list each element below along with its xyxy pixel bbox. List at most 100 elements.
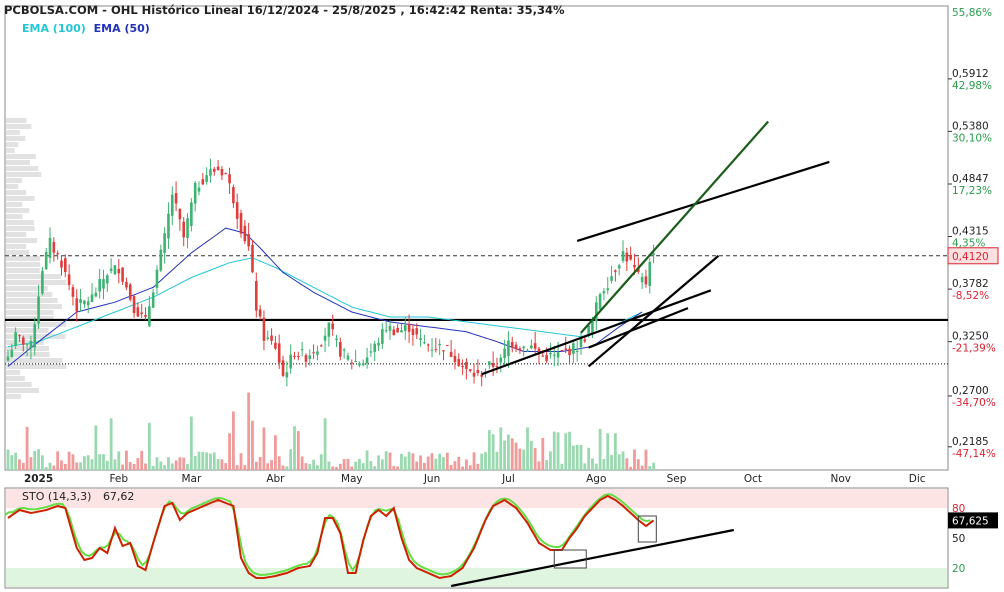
candle-body [438,343,441,346]
volume-bar [335,466,338,470]
x-tick-label: Oct [744,473,762,485]
volume-profile-bar [6,364,67,369]
candle-body [560,350,564,352]
volume-bar [369,461,373,470]
candle-body [648,261,652,286]
volume-bar [14,452,18,470]
candle-body [323,335,327,341]
volume-bar [251,420,254,470]
candle-body [461,366,464,368]
volume-bar [598,428,602,470]
volume-bar [304,463,308,470]
candle-body [64,258,67,273]
volume-profile-bar [6,154,36,159]
volume-bar [445,452,449,470]
volume-bar [545,459,549,470]
volume-bar [514,442,518,470]
volume-bar [113,459,117,470]
candle-body [86,301,90,305]
volume-bar [205,452,209,470]
candle-body [277,343,281,363]
volume-profile-bar [6,370,21,375]
volume-bar [128,462,132,470]
candle-body [266,337,270,339]
candle-body [430,349,434,351]
candle-body [541,355,545,357]
candle-body [381,329,384,344]
volume-bar [33,450,37,470]
volume-bar [109,418,113,470]
volume-bar [312,459,315,470]
volume-bar [52,465,56,470]
candle-body [14,332,17,346]
volume-bar [342,459,346,470]
candle-body [140,312,143,314]
volume-profile-bar [6,124,32,129]
y-tick-price: 0,3250 [952,331,989,343]
candle-body [117,268,121,274]
y-tick-pct: -34,70% [952,397,996,409]
candle-body [193,182,197,204]
candle-body [396,327,399,333]
x-tick-label: Jul [501,473,515,485]
candle-body [514,344,518,350]
volume-profile-bar [6,148,15,153]
volume-bar [549,451,552,470]
x-tick-label: Feb [109,473,128,485]
y-tick-pct: -47,14% [952,448,996,460]
chart-title: PCBOLSA.COM - OHL Histórico Lineal 16/12… [4,3,565,17]
volume-bar [438,453,442,470]
volume-profile-bar [6,160,30,165]
volume-profile-bar [6,226,35,231]
candle-body [403,325,407,331]
volume-bar [48,462,52,470]
candle-body [327,322,331,337]
candle-body [232,187,235,204]
candle-body [258,309,262,317]
candle-body [335,338,338,340]
volume-bar [434,458,438,470]
candle-body [361,363,365,366]
candle-body [75,298,79,312]
volume-bar [90,459,94,470]
volume-profile-bar [6,178,23,183]
volume-profile-bar [6,322,67,327]
candle-body [304,355,308,362]
candle-body [602,291,606,294]
volume-bar [564,433,568,470]
volume-bar [247,392,251,470]
overbought-zone [6,489,947,508]
volume-bar [289,449,293,470]
volume-profile-bar [6,256,41,261]
candle-body [98,279,101,292]
volume-bar [354,461,358,470]
volume-bar [105,460,109,470]
volume-bar [121,464,124,470]
volume-profile-bar [6,196,35,201]
volume-bar [86,455,90,470]
candle-body [549,353,552,355]
candle-body [575,350,579,352]
candle-body [132,296,136,314]
volume-bar [526,427,529,470]
y-tick-price: 0,3782 [952,278,989,290]
candle-body [617,265,621,269]
candle-body [614,270,617,272]
candle-body [106,275,109,284]
top-pct-label: 55,86% [952,7,992,19]
x-tick-label: Sep [667,473,687,485]
candle-body [652,253,655,256]
main-plot-frame [4,5,949,471]
candle-body [468,369,472,371]
volume-bar [591,458,594,470]
x-tick-label: Mar [181,473,201,485]
candle-body [197,187,201,192]
volume-bar [79,462,82,470]
volume-bar [174,460,178,470]
volume-profile-bar [6,304,63,309]
candle-body [556,352,560,358]
volume-profile-bar [6,394,22,399]
volume-bar [453,461,457,470]
candle-body [621,251,625,261]
candle-body [625,252,629,262]
